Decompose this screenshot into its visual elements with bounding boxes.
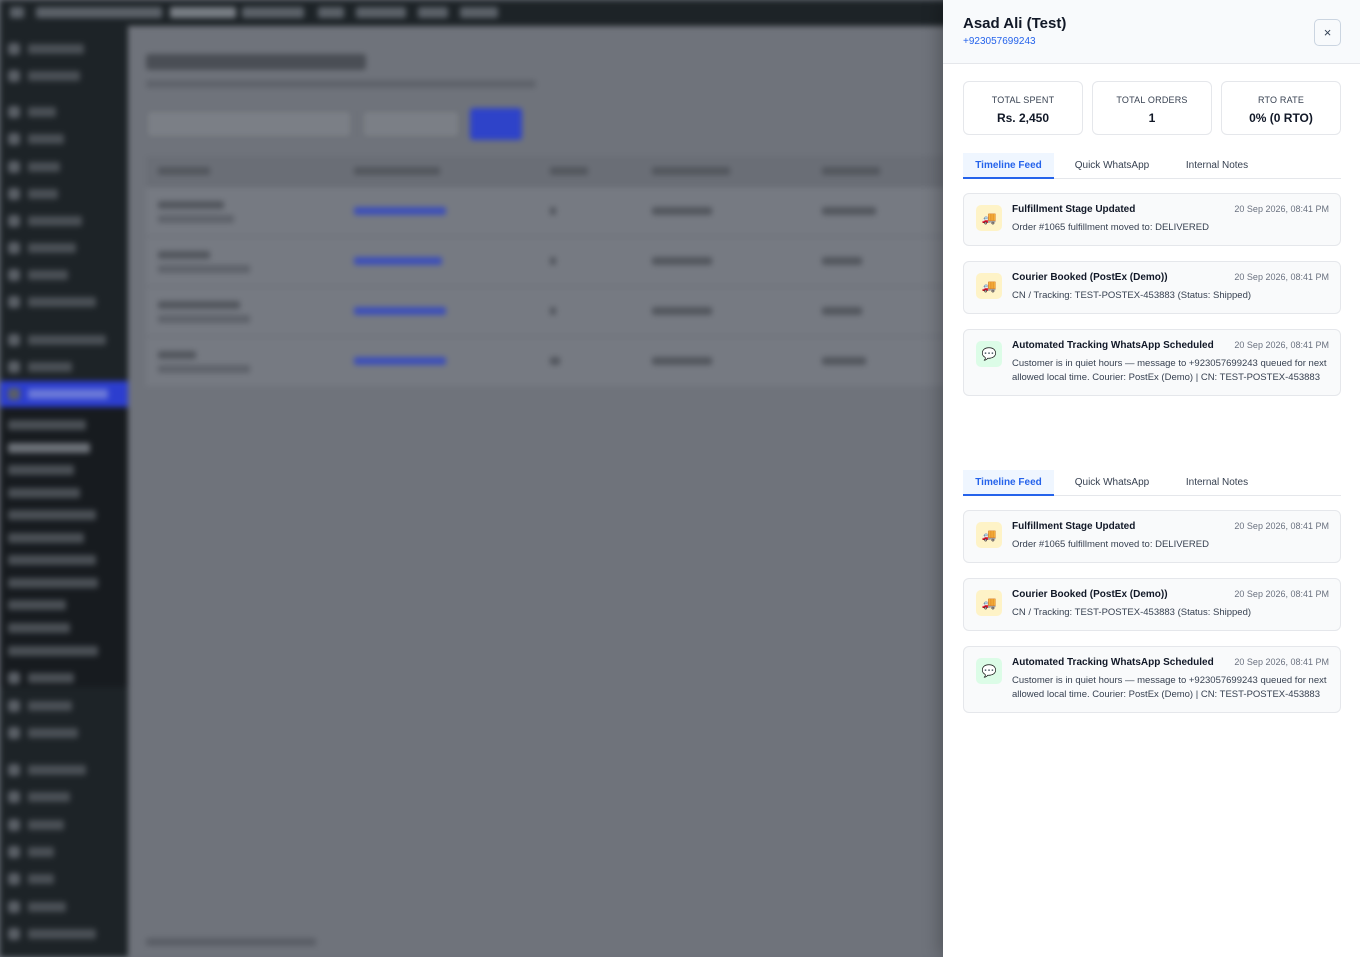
timeline-item: 💬 Automated Tracking WhatsApp Scheduled … bbox=[963, 646, 1341, 713]
timeline-item: 🚚 Fulfillment Stage Updated 20 Sep 2026,… bbox=[963, 193, 1341, 246]
customer-drawer: Asad Ali (Test) +923057699243 × TOTAL SP… bbox=[943, 0, 1360, 957]
stat-total-spent: TOTAL SPENT Rs. 2,450 bbox=[963, 81, 1083, 135]
stat-label: TOTAL ORDERS bbox=[1116, 95, 1188, 105]
timeline-time: 20 Sep 2026, 08:41 PM bbox=[1234, 589, 1329, 599]
timeline-description: Order #1065 fulfillment moved to: DELIVE… bbox=[1012, 222, 1209, 233]
tab-bar: Timeline Feed Quick WhatsApp Internal No… bbox=[963, 470, 1341, 496]
timeline-title: Fulfillment Stage Updated bbox=[1012, 521, 1136, 532]
truck-icon: 🚚 bbox=[976, 590, 1002, 616]
tab-internal-notes[interactable]: Internal Notes bbox=[1173, 470, 1261, 496]
chat-icon: 💬 bbox=[976, 658, 1002, 684]
timeline-description: CN / Tracking: TEST-POSTEX-453883 (Statu… bbox=[1012, 290, 1252, 301]
tab-internal-notes[interactable]: Internal Notes bbox=[1173, 153, 1261, 179]
timeline-time: 20 Sep 2026, 08:41 PM bbox=[1234, 204, 1329, 214]
stat-rto-rate: RTO RATE 0% (0 RTO) bbox=[1221, 81, 1341, 135]
admin-sidebar bbox=[0, 26, 128, 957]
stat-value: 1 bbox=[1148, 111, 1156, 125]
timeline-time: 20 Sep 2026, 08:41 PM bbox=[1234, 521, 1329, 531]
tab-quick-whatsapp[interactable]: Quick WhatsApp bbox=[1063, 470, 1161, 496]
tab-quick-whatsapp[interactable]: Quick WhatsApp bbox=[1063, 153, 1161, 179]
timeline-item: 🚚 Courier Booked (PostEx (Demo)) 20 Sep … bbox=[963, 578, 1341, 631]
timeline-title: Automated Tracking WhatsApp Scheduled bbox=[1012, 340, 1214, 351]
timeline-time: 20 Sep 2026, 08:41 PM bbox=[1234, 272, 1329, 282]
timeline-item: 💬 Automated Tracking WhatsApp Scheduled … bbox=[963, 329, 1341, 396]
timeline-time: 20 Sep 2026, 08:41 PM bbox=[1234, 657, 1329, 667]
chat-icon: 💬 bbox=[976, 341, 1002, 367]
timeline-title: Courier Booked (PostEx (Demo)) bbox=[1012, 272, 1168, 283]
truck-icon: 🚚 bbox=[976, 273, 1002, 299]
timeline-description: Customer is in quiet hours — message to … bbox=[1012, 675, 1327, 700]
truck-icon: 🚚 bbox=[976, 205, 1002, 231]
stat-label: RTO RATE bbox=[1257, 95, 1305, 105]
tab-bar: Timeline Feed Quick WhatsApp Internal No… bbox=[963, 153, 1341, 179]
tab-timeline-feed[interactable]: Timeline Feed bbox=[963, 470, 1054, 496]
tab-timeline-feed[interactable]: Timeline Feed bbox=[963, 153, 1054, 179]
customer-name: Asad Ali (Test) bbox=[963, 15, 1067, 32]
truck-icon: 🚚 bbox=[976, 522, 1002, 548]
customer-phone-link[interactable]: +923057699243 bbox=[963, 36, 1036, 47]
timeline-description: CN / Tracking: TEST-POSTEX-453883 (Statu… bbox=[1012, 607, 1252, 618]
timeline-item: 🚚 Courier Booked (PostEx (Demo)) 20 Sep … bbox=[963, 261, 1341, 314]
stat-value: 0% (0 RTO) bbox=[1249, 111, 1313, 125]
stat-value: Rs. 2,450 bbox=[996, 111, 1050, 125]
timeline-time: 20 Sep 2026, 08:41 PM bbox=[1234, 340, 1329, 350]
stat-total-orders: TOTAL ORDERS 1 bbox=[1092, 81, 1212, 135]
timeline-description: Customer is in quiet hours — message to … bbox=[1012, 358, 1327, 383]
timeline-item: 🚚 Fulfillment Stage Updated 20 Sep 2026,… bbox=[963, 510, 1341, 563]
drawer-header: Asad Ali (Test) +923057699243 × bbox=[943, 0, 1360, 64]
timeline-description: Order #1065 fulfillment moved to: DELIVE… bbox=[1012, 539, 1209, 550]
timeline-title: Automated Tracking WhatsApp Scheduled bbox=[1012, 657, 1214, 668]
timeline-title: Fulfillment Stage Updated bbox=[1012, 204, 1136, 215]
timeline-title: Courier Booked (PostEx (Demo)) bbox=[1012, 589, 1168, 600]
close-button[interactable]: × bbox=[1314, 19, 1341, 46]
stat-label: TOTAL SPENT bbox=[991, 95, 1055, 105]
